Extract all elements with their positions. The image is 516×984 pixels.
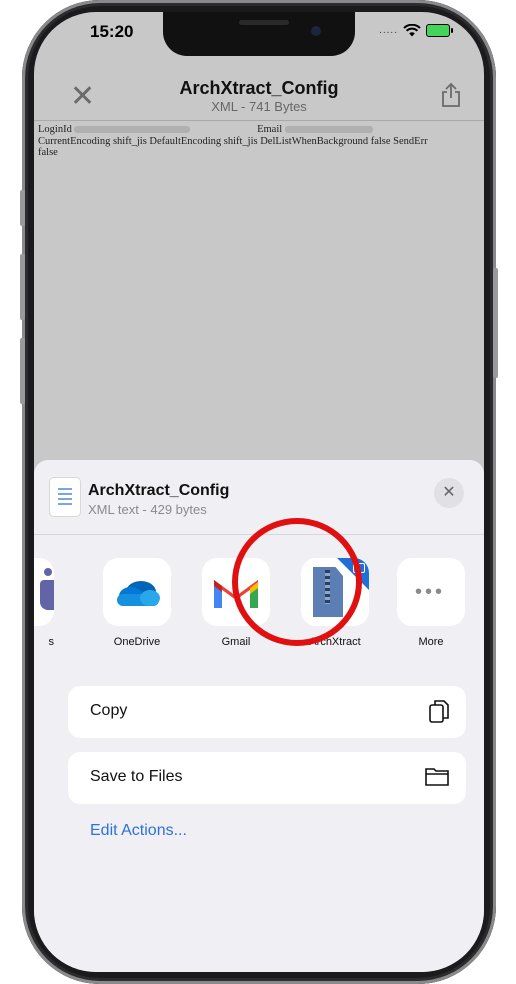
volume-down-button (20, 338, 25, 404)
copy-action[interactable]: Copy (68, 686, 466, 738)
folder-icon (424, 765, 450, 792)
save-to-files-label: Save to Files (90, 768, 183, 785)
share-app-teams[interactable]: s (34, 558, 58, 648)
share-icon[interactable] (440, 82, 462, 113)
copy-icon (428, 699, 450, 730)
share-file-title: ArchXtract_Config (88, 482, 230, 499)
app-label: More (418, 636, 444, 648)
share-sheet-header: ArchXtract_Config XML text - 429 bytes ✕ (34, 460, 484, 532)
share-app-onedrive[interactable]: OneDrive (99, 558, 175, 648)
copy-action-label: Copy (90, 702, 128, 719)
signal-icon: ..... (379, 25, 398, 36)
xml-content: LoginId Email CurrentEncoding shift_jis … (38, 124, 478, 159)
teams-icon (34, 558, 54, 626)
document-subtitle: XML - 741 Bytes (211, 99, 307, 114)
redacted-value (284, 126, 373, 134)
highlight-circle (232, 518, 362, 646)
xml-email-label: Email (257, 124, 283, 135)
sheet-close-button[interactable]: ✕ (434, 478, 464, 508)
document-icon (50, 478, 80, 516)
volume-up-button (20, 254, 25, 320)
xml-line-3: false (38, 147, 58, 158)
status-time: 15:20 (90, 22, 134, 41)
front-camera (311, 26, 321, 36)
mute-switch (20, 190, 25, 226)
notch (163, 12, 355, 56)
app-label: s (48, 636, 55, 648)
more-icon: ••• (397, 558, 465, 626)
save-to-files-action[interactable]: Save to Files (68, 752, 466, 804)
screen: 15:20 ..... ✕ ArchXtract_Config XML - 74… (34, 12, 484, 972)
document-title: ArchXtract_Config (179, 78, 339, 98)
share-file-meta: XML text - 429 bytes (88, 502, 207, 517)
battery-icon (426, 24, 453, 37)
power-button (493, 268, 498, 378)
share-app-more[interactable]: ••• More (393, 558, 469, 648)
edit-actions-link[interactable]: Edit Actions... (90, 822, 187, 840)
nav-divider (34, 120, 484, 121)
speaker (239, 20, 289, 25)
wifi-icon (403, 24, 421, 37)
app-label: OneDrive (113, 636, 161, 648)
xml-line-2: CurrentEncoding shift_jis DefaultEncodin… (38, 135, 428, 147)
xml-line-1: LoginId Email (38, 124, 478, 136)
status-indicators: ..... (379, 24, 453, 37)
onedrive-icon (103, 558, 171, 626)
app-label: Gmail (221, 636, 251, 648)
xml-login-label: LoginId (38, 124, 72, 135)
redacted-value (74, 126, 191, 134)
